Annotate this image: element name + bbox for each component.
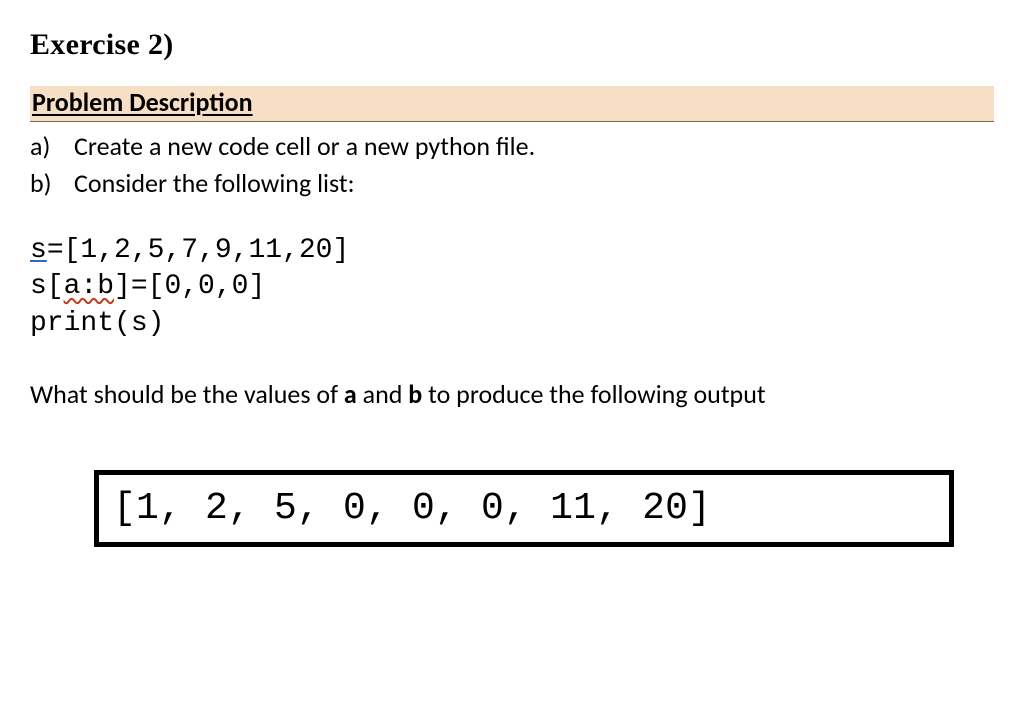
list-item-label: b) — [30, 165, 74, 203]
list-item-text: Create a new code cell or a new python f… — [74, 128, 994, 166]
question-text: What should be the values of a and b to … — [30, 376, 994, 412]
code-span: s — [30, 235, 47, 266]
code-line-2: s[a:b]=[0,0,0] — [30, 269, 994, 305]
page-content: Exercise 2) Problem Description a) Creat… — [0, 0, 1024, 567]
code-span: ]=[0,0,0] — [114, 271, 265, 302]
question-var-a: a — [344, 378, 357, 410]
expected-output-text: [1, 2, 5, 0, 0, 0, 11, 20] — [113, 487, 939, 530]
exercise-title: Exercise 2) — [30, 28, 994, 62]
code-line-3: print(s) — [30, 306, 994, 342]
item-list: a) Create a new code cell or a new pytho… — [30, 128, 994, 203]
list-item-text: Consider the following list: — [74, 165, 994, 203]
code-span: s[ — [30, 271, 64, 302]
section-header-problem-description: Problem Description — [30, 86, 994, 122]
question-part: to produce the following output — [422, 378, 765, 410]
list-item-label: a) — [30, 128, 74, 166]
question-part: and — [357, 378, 409, 410]
question-var-b: b — [408, 378, 422, 410]
code-span: =[1,2,5,7,9,11,20] — [47, 235, 349, 266]
list-item: a) Create a new code cell or a new pytho… — [30, 128, 994, 166]
expected-output-box: [1, 2, 5, 0, 0, 0, 11, 20] — [94, 470, 954, 547]
code-block: s=[1,2,5,7,9,11,20] s[a:b]=[0,0,0] print… — [30, 233, 994, 342]
code-line-1: s=[1,2,5,7,9,11,20] — [30, 233, 994, 269]
list-item: b) Consider the following list: — [30, 165, 994, 203]
code-span: a:b — [64, 271, 114, 302]
question-part: What should be the values of — [30, 378, 344, 410]
